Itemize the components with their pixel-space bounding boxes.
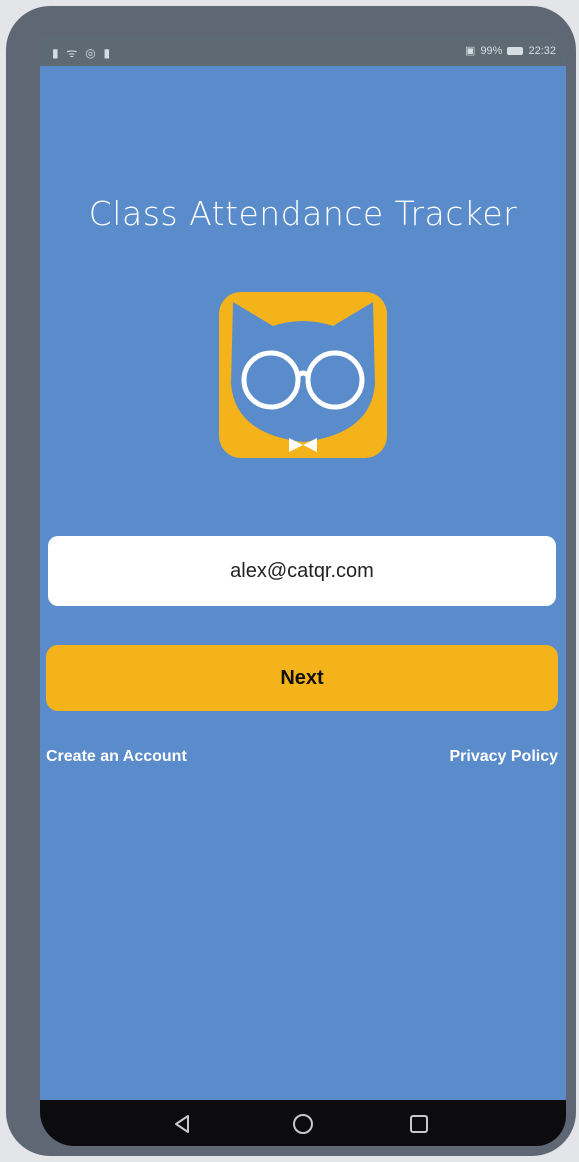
cat-with-glasses-logo [219,292,387,458]
battery-label: 99% [480,44,503,57]
status-bar: ▮ ᯤ ◎ ▮ ▣ 99% 22:32 [40,36,566,66]
system-nav-bar [40,1100,566,1146]
back-icon[interactable] [170,1112,194,1136]
nfc-icon: ▣ [465,45,476,57]
battery-icon [507,46,524,55]
app-title: Class Attendance Tracker [88,194,518,233]
home-icon[interactable] [291,1112,315,1136]
create-account-link[interactable]: Create an Account [46,748,187,766]
email-field[interactable] [48,536,556,606]
status-icons: ▮ ᯤ ◎ ▮ [52,46,113,60]
phone-frame: ▮ ᯤ ◎ ▮ ▣ 99% 22:32 Class Attendance Tra… [6,6,576,1156]
recents-icon[interactable] [407,1112,431,1136]
privacy-policy-link[interactable]: Privacy Policy [449,748,558,766]
clock: 22:32 [528,44,556,57]
app-screen: ▮ ᯤ ◎ ▮ ▣ 99% 22:32 Class Attendance Tra… [40,36,566,1146]
next-button[interactable]: Next [46,645,558,711]
status-right: ▣ 99% 22:32 [465,44,556,58]
